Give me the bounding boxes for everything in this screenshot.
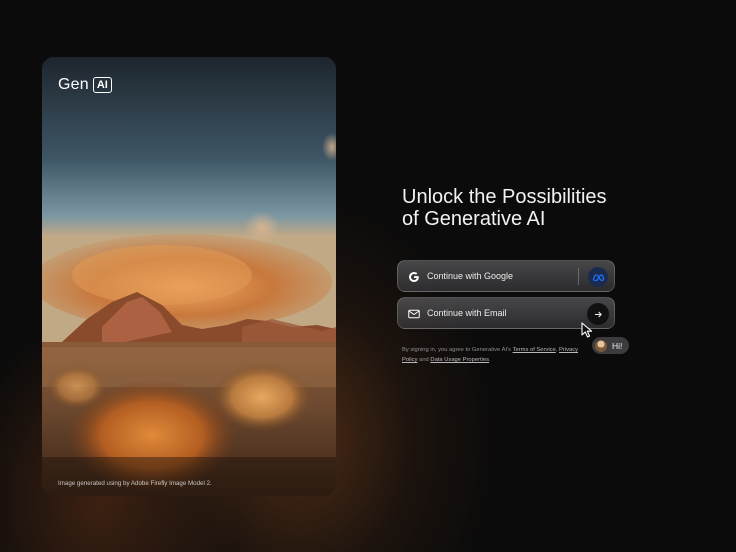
brand-word: Gen — [58, 76, 89, 93]
brand-logo: Gen AI — [58, 76, 112, 94]
title-line-2: of Generative AI — [402, 208, 546, 230]
greeting-chip: Hi! — [592, 337, 630, 354]
legal-comma: , — [555, 347, 558, 353]
avatar — [595, 339, 607, 352]
legal-prefix: By signing in, you agree to Generative A… — [402, 347, 512, 353]
continue-with-google-button[interactable]: Continue with Google — [397, 260, 615, 292]
google-button-label: Continue with Google — [427, 271, 514, 281]
hero-image-card: Gen AI Image generated using by Adobe Fi… — [42, 57, 336, 496]
data-usage-properties-link[interactable]: Data Usage Properties — [430, 357, 489, 363]
envelope-icon — [407, 307, 420, 320]
google-g-icon — [407, 270, 420, 283]
login-screen: Gen AI Image generated using by Adobe Fi… — [0, 0, 736, 552]
greeting-text: Hi! — [612, 340, 623, 351]
meta-logo-icon[interactable] — [588, 267, 608, 287]
title-line-1: Unlock the Possibilities — [402, 186, 607, 208]
image-caption: Image generated using by Adobe Firefly I… — [58, 480, 212, 487]
desert-landscape-image — [42, 57, 336, 496]
brand-ai-box: AI — [92, 77, 112, 93]
email-button-label: Continue with Email — [427, 308, 507, 318]
button-divider — [578, 268, 579, 285]
page-title: Unlock the Possibilities of Generative A… — [402, 186, 702, 230]
mouse-cursor-icon — [581, 322, 593, 338]
legal-and: and — [419, 357, 429, 363]
terms-of-service-link[interactable]: Terms of Service — [513, 347, 556, 353]
legal-period: . — [489, 357, 491, 363]
legal-notice: By signing in, you agree to Generative A… — [402, 345, 592, 365]
